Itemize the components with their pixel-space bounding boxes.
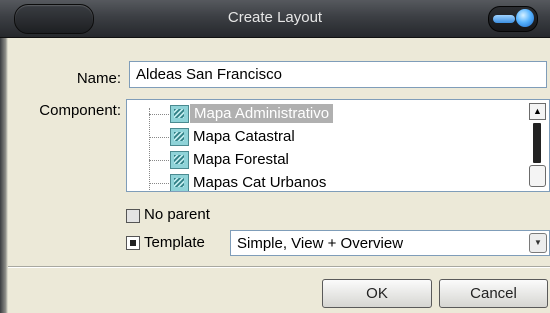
separator bbox=[8, 266, 550, 268]
tree-branch bbox=[149, 183, 169, 184]
window-left-edge bbox=[0, 38, 8, 313]
no-parent-label: No parent bbox=[144, 206, 210, 223]
tree-item[interactable]: Mapa Administrativo bbox=[127, 103, 507, 125]
tree-branch bbox=[149, 160, 169, 161]
component-label: Component: bbox=[39, 102, 121, 119]
title-bar: Create Layout bbox=[0, 0, 550, 38]
name-label: Name: bbox=[76, 70, 121, 87]
dropdown-arrow-icon[interactable]: ▼ bbox=[529, 233, 547, 253]
close-icon[interactable] bbox=[516, 9, 534, 27]
scroll-up-arrow-icon[interactable]: ▲ bbox=[529, 103, 546, 120]
name-input[interactable]: Aldeas San Francisco bbox=[129, 61, 547, 88]
ok-button[interactable]: OK bbox=[322, 279, 432, 308]
window-title: Create Layout bbox=[227, 9, 323, 26]
tree-item-label: Mapas Cat Urbanos bbox=[193, 174, 327, 191]
tree-item[interactable]: Mapa Forestal bbox=[127, 149, 507, 171]
map-layer-icon bbox=[170, 128, 189, 146]
tree-branch bbox=[149, 137, 169, 138]
scroll-down-button[interactable] bbox=[529, 165, 546, 187]
tree-item-label: Mapa Administrativo bbox=[190, 104, 334, 123]
cancel-button[interactable]: Cancel bbox=[439, 279, 548, 308]
template-select[interactable]: Simple, View + Overview ▼ bbox=[230, 230, 550, 256]
template-select-value: Simple, View + Overview bbox=[237, 235, 404, 252]
scroll-thumb[interactable] bbox=[533, 123, 541, 163]
tree-item-label: Mapa Catastral bbox=[193, 128, 295, 145]
map-layer-icon bbox=[170, 105, 189, 123]
template-label: Template bbox=[144, 234, 205, 251]
map-layer-icon bbox=[170, 174, 189, 191]
vertical-scrollbar[interactable]: ▲ bbox=[529, 103, 546, 189]
tree-item-label: Mapa Forestal bbox=[193, 151, 289, 168]
map-layer-icon bbox=[170, 151, 189, 169]
tree-item[interactable]: Mapa Catastral bbox=[127, 126, 507, 148]
minimize-icon[interactable] bbox=[493, 15, 515, 23]
tree-item[interactable]: Mapas Cat Urbanos bbox=[127, 172, 507, 191]
tree-branch bbox=[149, 114, 169, 115]
window-controls[interactable] bbox=[488, 6, 538, 32]
component-tree[interactable]: Mapa Administrativo Mapa Catastral Mapa … bbox=[126, 99, 550, 192]
no-parent-checkbox[interactable] bbox=[126, 209, 140, 223]
template-checkbox[interactable] bbox=[126, 236, 140, 250]
